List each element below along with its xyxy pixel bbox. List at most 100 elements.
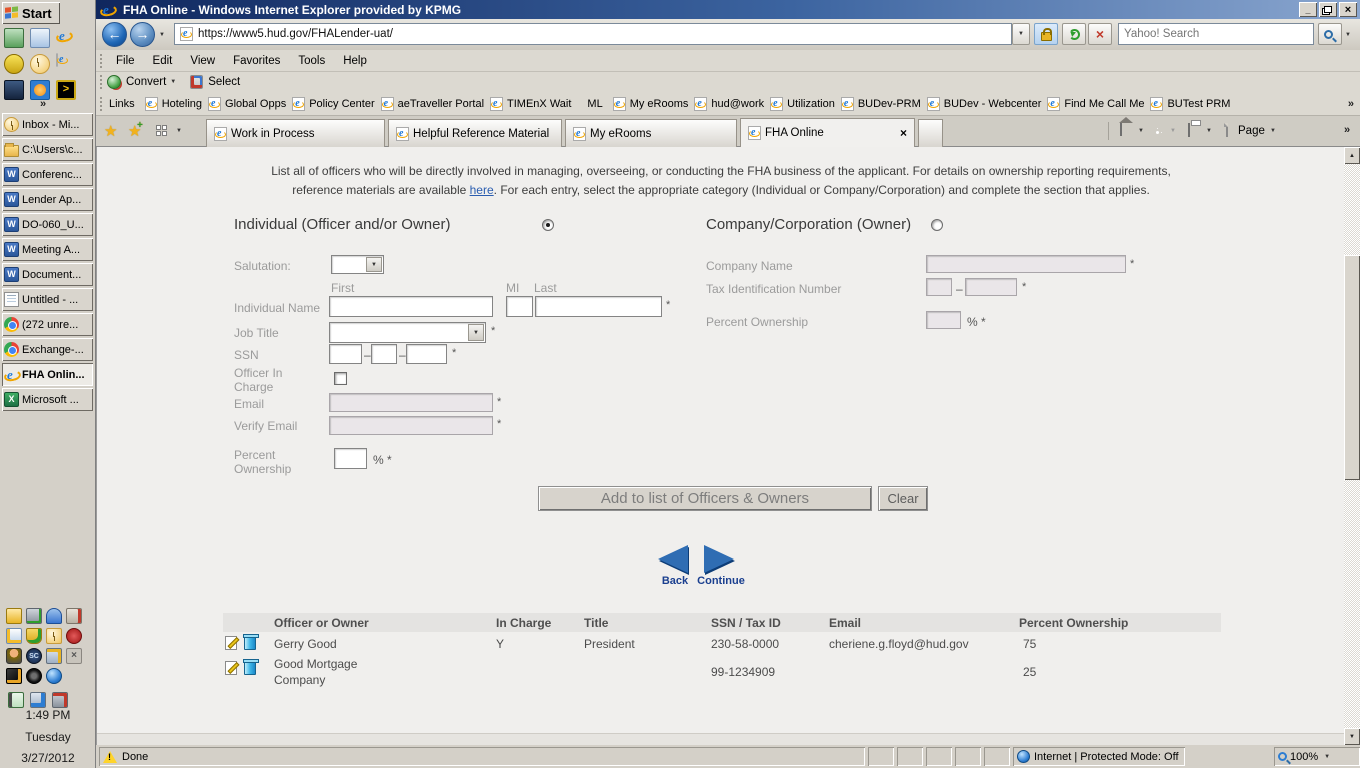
tools-tray-icon[interactable] (6, 668, 22, 684)
officer-in-charge-checkbox[interactable] (334, 372, 347, 385)
history-dropdown[interactable]: ▼ (159, 32, 165, 38)
stop-button[interactable]: × (1088, 23, 1112, 45)
ssn-input-2[interactable] (371, 344, 397, 364)
menu-favorites[interactable]: Favorites (224, 55, 289, 67)
company-radio[interactable] (931, 219, 943, 231)
links-overflow-chevron[interactable]: » (1348, 98, 1354, 110)
select-button[interactable]: Select (203, 76, 245, 88)
page-dropdown[interactable]: ▼ (1270, 128, 1276, 134)
taskbar-button-explorer[interactable]: C:\Users\c... (2, 138, 93, 161)
media-player-icon[interactable] (30, 80, 50, 100)
link-find-me-call-me[interactable]: Find Me Call Me (1047, 96, 1144, 111)
continue-arrow-icon[interactable] (704, 545, 734, 573)
quicklaunch-overflow-chevron[interactable]: » (40, 98, 46, 110)
menu-file[interactable]: File (107, 55, 144, 67)
search-dropdown[interactable]: ▼ (1345, 32, 1351, 38)
scroll-down-button[interactable]: ▼ (1344, 728, 1360, 745)
individual-radio[interactable] (542, 219, 554, 231)
add-to-list-button[interactable]: Add to list of Officers & Owners (538, 486, 872, 511)
link-budev-webcenter[interactable]: BUDev - Webcenter (926, 96, 1041, 111)
tax-id-input-1[interactable] (926, 278, 952, 296)
convert-button[interactable]: Convert (121, 76, 170, 88)
taskbar-button-word-2[interactable]: Lender Ap... (2, 188, 93, 211)
verify-email-input[interactable] (329, 416, 493, 435)
link-hud-at-work[interactable]: hud@work (694, 96, 764, 111)
convert-dropdown[interactable]: ▼ (170, 79, 176, 85)
individual-percent-input[interactable] (334, 448, 367, 469)
back-nav-label[interactable]: Back (655, 575, 695, 587)
terminal-icon[interactable]: > (56, 80, 76, 100)
add-favorite-icon[interactable]: ★ + (128, 120, 143, 140)
back-button[interactable]: ← (102, 22, 127, 47)
menu-tools[interactable]: Tools (289, 55, 334, 67)
taskbar-button-inbox[interactable]: Inbox - Mi... (2, 113, 93, 136)
quick-tabs-icon[interactable] (156, 125, 167, 136)
restore-button[interactable] (1319, 2, 1337, 17)
tab-close-icon[interactable]: × (900, 126, 907, 140)
salutation-select[interactable]: ▼ (331, 255, 384, 274)
clear-button[interactable]: Clear (878, 486, 928, 511)
key-icon[interactable] (4, 54, 24, 74)
edit-row-icon[interactable] (225, 661, 237, 675)
continue-nav-label[interactable]: Continue (693, 575, 749, 587)
address-input[interactable] (198, 25, 1011, 43)
tab-work-in-process[interactable]: Work in Process (206, 119, 385, 147)
print-dropdown[interactable]: ▼ (1206, 128, 1212, 134)
start-button[interactable]: Start (2, 2, 60, 24)
taskbar-button-word-4[interactable]: Meeting A... (2, 238, 93, 261)
link-budev-prm[interactable]: BUDev-PRM (840, 96, 921, 111)
first-name-input[interactable] (329, 296, 493, 317)
sc-tray-icon[interactable]: SC (26, 648, 42, 664)
new-tab-stub[interactable] (918, 119, 943, 147)
link-policy-center[interactable]: Policy Center (292, 96, 375, 111)
menu-edit[interactable]: Edit (144, 55, 182, 67)
mail-tray-icon[interactable] (6, 608, 22, 624)
pc-globe-tray-icon[interactable] (30, 692, 46, 708)
pc-lock-quicklaunch-icon[interactable] (4, 28, 24, 48)
feeds-dropdown[interactable]: ▼ (1170, 128, 1176, 134)
pin-tray-icon[interactable] (46, 608, 62, 624)
zoom-dropdown[interactable]: ▼ (1324, 754, 1330, 760)
status-zoom-cell[interactable]: 100% ▼ (1274, 747, 1360, 766)
remote-desktop-icon[interactable] (4, 80, 24, 100)
page-menu-button[interactable]: Page (1238, 125, 1265, 137)
shield-tray-icon[interactable] (26, 628, 42, 644)
ssn-input-1[interactable] (329, 344, 362, 364)
window-tray-icon[interactable] (6, 628, 22, 644)
network-tray-icon[interactable] (46, 668, 62, 684)
tab-fha-online[interactable]: FHA Online× (740, 118, 915, 147)
taskbar-button-word-5[interactable]: Document... (2, 263, 93, 286)
close-button[interactable]: × (1339, 2, 1357, 17)
pc-lock-tray-icon[interactable] (46, 648, 62, 664)
search-button[interactable] (1318, 23, 1342, 45)
job-title-select[interactable]: ▼ (329, 322, 486, 343)
home-dropdown[interactable]: ▼ (1138, 128, 1144, 134)
link-global-opps[interactable]: Global Opps (208, 96, 286, 111)
tab-my-erooms[interactable]: My eRooms (565, 119, 737, 147)
taskbar-button-chrome-1[interactable]: (272 unre... (2, 313, 93, 336)
power-tray-icon[interactable] (8, 692, 24, 708)
tabbar-overflow-chevron[interactable]: » (1344, 124, 1350, 136)
search-input[interactable] (1118, 23, 1314, 45)
usb-tray-icon[interactable] (26, 608, 42, 624)
back-arrow-icon[interactable] (658, 545, 688, 573)
forward-button[interactable]: → (130, 22, 155, 47)
address-dropdown[interactable]: ▼ (1012, 23, 1030, 45)
link-timenx[interactable]: TIMEnX Wait (490, 96, 571, 111)
disc-tray-icon[interactable] (26, 668, 42, 684)
taskbar-button-excel[interactable]: Microsoft ... (2, 388, 93, 411)
last-name-input[interactable] (535, 296, 662, 317)
company-name-input[interactable] (926, 255, 1126, 273)
delete-row-icon[interactable] (243, 634, 259, 650)
here-link[interactable]: here (470, 183, 494, 197)
company-percent-input[interactable] (926, 311, 961, 329)
menu-help[interactable]: Help (334, 55, 376, 67)
ie-document-icon[interactable] (56, 53, 58, 67)
email-input[interactable] (329, 393, 493, 412)
taskbar-button-word-1[interactable]: Conferenc... (2, 163, 93, 186)
mi-input[interactable] (506, 296, 533, 317)
print-icon[interactable] (1188, 123, 1190, 137)
clipboard-tray-icon[interactable] (66, 608, 82, 624)
security-tray-icon[interactable] (66, 628, 82, 644)
favorites-star-icon[interactable]: ★ (104, 122, 117, 140)
